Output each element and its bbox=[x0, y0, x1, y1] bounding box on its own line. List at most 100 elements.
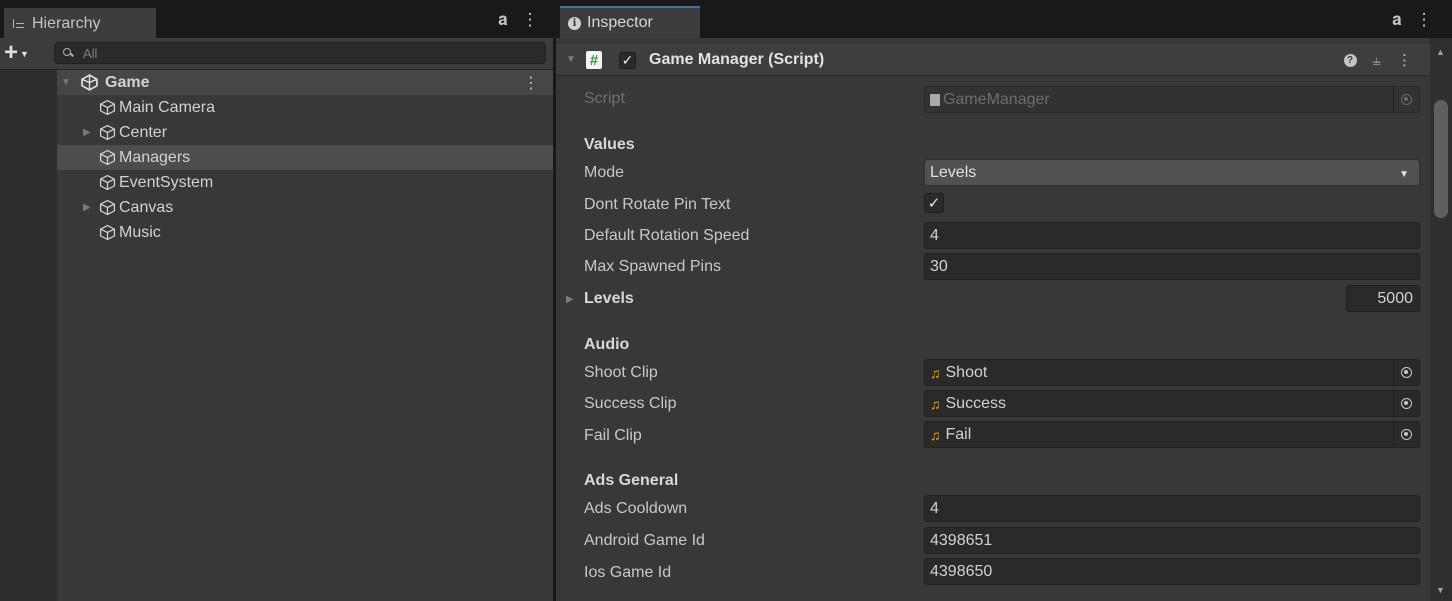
audio-header: Audio bbox=[584, 336, 630, 353]
ads-cooldown-value: 4 bbox=[930, 499, 939, 517]
levels-size-field[interactable]: 5000 bbox=[1346, 285, 1420, 312]
fail-clip-label: Fail Clip bbox=[584, 427, 642, 444]
search-placeholder: All bbox=[83, 45, 98, 61]
kebab-menu-icon[interactable]: ⋮ bbox=[523, 73, 539, 93]
cube-icon bbox=[99, 224, 116, 241]
hierarchy-item-label: Main Camera bbox=[119, 98, 216, 116]
hierarchy-item-label: Center bbox=[119, 123, 168, 141]
lock-icon[interactable]: 𝐚 bbox=[1392, 10, 1402, 30]
cube-icon bbox=[99, 124, 116, 141]
script-label: Script bbox=[584, 90, 625, 107]
scene-label: Game bbox=[105, 73, 150, 91]
hierarchy-item[interactable]: ▶ Canvas bbox=[57, 195, 553, 220]
search-field[interactable]: All bbox=[54, 42, 546, 64]
chevron-down-icon: ▼ bbox=[20, 49, 29, 59]
collapsed-arrow-icon[interactable]: ▶ bbox=[83, 202, 91, 213]
create-button[interactable]: + ▼ bbox=[4, 41, 46, 65]
script-file-icon bbox=[930, 93, 940, 106]
hierarchy-panel: Hierarchy 𝐚 ⋮ + ▼ All ▼ Game ⋮ Main Came… bbox=[0, 0, 553, 601]
object-picker-icon[interactable] bbox=[1393, 360, 1419, 385]
expanded-arrow-icon[interactable]: ▼ bbox=[566, 54, 576, 65]
levels-label[interactable]: Levels bbox=[584, 290, 634, 308]
object-picker-icon[interactable] bbox=[1393, 391, 1419, 416]
collapsed-arrow-icon[interactable]: ▶ bbox=[566, 294, 574, 305]
scene-row[interactable]: ▼ Game ⋮ bbox=[57, 70, 553, 95]
hierarchy-tab-tools: 𝐚 ⋮ bbox=[498, 10, 539, 30]
hierarchy-item[interactable]: Managers bbox=[57, 145, 553, 170]
max-pins-field[interactable]: 30 bbox=[924, 253, 1420, 280]
expanded-arrow-icon[interactable]: ▼ bbox=[61, 77, 71, 88]
success-clip-field[interactable]: ♫ Success bbox=[924, 390, 1420, 417]
inspector-tab[interactable]: i Inspector bbox=[560, 6, 700, 38]
hierarchy-item[interactable]: ▶ Center bbox=[57, 120, 553, 145]
inspector-scrollbar[interactable]: ▲ ▼ bbox=[1430, 38, 1452, 601]
music-note-icon: ♫ bbox=[930, 364, 941, 381]
music-note-icon: ♫ bbox=[930, 426, 941, 443]
max-pins-label: Max Spawned Pins bbox=[584, 258, 721, 275]
component-title: Game Manager (Script) bbox=[649, 51, 825, 68]
ios-id-label: Ios Game Id bbox=[584, 564, 672, 581]
object-picker-icon bbox=[1393, 87, 1419, 112]
mode-dropdown[interactable]: Levels ▼ bbox=[924, 159, 1420, 186]
ios-id-value: 4398650 bbox=[930, 562, 993, 580]
help-icon[interactable]: ? bbox=[1343, 53, 1357, 67]
dont-rotate-checkbox[interactable]: ✓ bbox=[924, 193, 944, 213]
music-note-icon: ♫ bbox=[930, 395, 941, 412]
success-clip-value: Success bbox=[945, 394, 1006, 412]
object-picker-icon[interactable] bbox=[1393, 422, 1419, 447]
fail-clip-value: Fail bbox=[945, 425, 972, 443]
hierarchy-list-icon bbox=[12, 18, 25, 30]
cube-icon bbox=[99, 174, 116, 191]
ads-header: Ads General bbox=[584, 472, 679, 489]
hierarchy-item[interactable]: Music bbox=[57, 220, 553, 245]
scrollbar-thumb[interactable] bbox=[1434, 100, 1448, 218]
csharp-script-icon: # bbox=[586, 51, 602, 69]
chevron-down-icon: ▼ bbox=[1399, 169, 1409, 180]
hierarchy-item-label: EventSystem bbox=[119, 173, 214, 191]
hierarchy-gutter bbox=[0, 70, 57, 601]
scroll-down-icon[interactable]: ▼ bbox=[1436, 585, 1445, 595]
kebab-menu-icon[interactable]: ⋮ bbox=[522, 10, 539, 30]
cube-icon bbox=[99, 199, 116, 216]
android-id-label: Android Game Id bbox=[584, 532, 705, 549]
ads-cooldown-field[interactable]: 4 bbox=[924, 495, 1420, 522]
inspector-tab-tools: 𝐚 ⋮ bbox=[1392, 10, 1433, 30]
shoot-clip-field[interactable]: ♫ Shoot bbox=[924, 359, 1420, 386]
hierarchy-item[interactable]: EventSystem bbox=[57, 170, 553, 195]
hierarchy-tab[interactable]: Hierarchy bbox=[4, 8, 156, 38]
values-header: Values bbox=[584, 136, 635, 153]
script-field: GameManager bbox=[924, 86, 1420, 113]
fail-clip-field[interactable]: ♫ Fail bbox=[924, 421, 1420, 448]
scroll-up-icon[interactable]: ▲ bbox=[1436, 47, 1445, 57]
hierarchy-tab-bar: Hierarchy 𝐚 ⋮ bbox=[0, 0, 553, 38]
collapsed-arrow-icon[interactable]: ▶ bbox=[83, 127, 91, 138]
script-value: GameManager bbox=[943, 90, 1050, 108]
android-id-field[interactable]: 4398651 bbox=[924, 527, 1420, 554]
rotation-speed-field[interactable]: 4 bbox=[924, 222, 1420, 249]
cube-icon bbox=[99, 149, 116, 166]
inspector-tab-bar: i Inspector 𝐚 ⋮ bbox=[556, 0, 1452, 38]
hierarchy-tab-label: Hierarchy bbox=[32, 15, 101, 32]
hierarchy-item-label: Music bbox=[119, 223, 161, 241]
success-clip-label: Success Clip bbox=[584, 395, 677, 412]
cube-icon bbox=[99, 99, 116, 116]
kebab-menu-icon[interactable]: ⋮ bbox=[1397, 51, 1412, 69]
hierarchy-toolbar: + ▼ All bbox=[0, 38, 553, 70]
rotation-speed-label: Default Rotation Speed bbox=[584, 227, 750, 244]
levels-size-value: 5000 bbox=[1377, 289, 1413, 307]
shoot-clip-label: Shoot Clip bbox=[584, 364, 658, 381]
sliders-icon[interactable]: ⫨ bbox=[1373, 52, 1381, 69]
lock-icon[interactable]: 𝐚 bbox=[498, 10, 508, 30]
component-enabled-checkbox[interactable]: ✓ bbox=[619, 52, 636, 69]
hierarchy-item[interactable]: Main Camera bbox=[57, 95, 553, 120]
inspector-tab-label: Inspector bbox=[587, 14, 653, 31]
ads-cooldown-label: Ads Cooldown bbox=[584, 500, 688, 517]
component-header[interactable]: ▼ # ✓ Game Manager (Script) ? ⫨ ⋮ bbox=[556, 44, 1430, 76]
hierarchy-item-label: Managers bbox=[119, 148, 191, 166]
mode-label: Mode bbox=[584, 164, 625, 181]
ios-id-field[interactable]: 4398650 bbox=[924, 558, 1420, 585]
kebab-menu-icon[interactable]: ⋮ bbox=[1416, 10, 1433, 30]
unity-logo-icon bbox=[81, 74, 98, 91]
mode-value: Levels bbox=[930, 163, 977, 181]
android-id-value: 4398651 bbox=[930, 531, 993, 549]
